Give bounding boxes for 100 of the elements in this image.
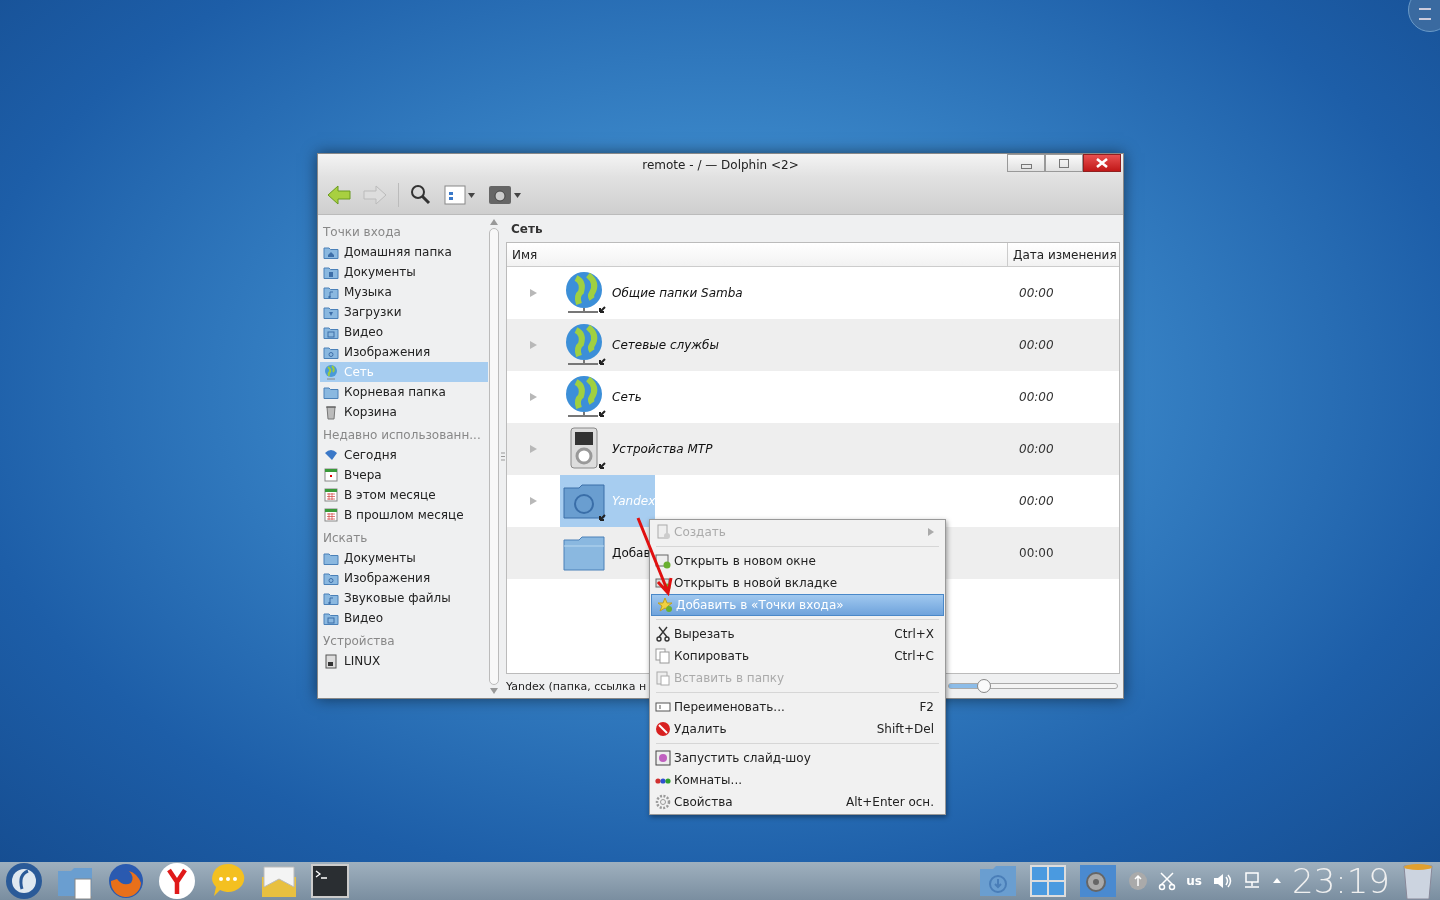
menu-item[interactable]: Открыть в новой вкладке — [650, 572, 945, 594]
letter-y-browser-button[interactable] — [157, 861, 197, 900]
scrollbar-track[interactable] — [489, 228, 499, 685]
expand-tray-icon[interactable] — [1272, 876, 1282, 886]
file-item[interactable]: Сетевые службы — [560, 319, 719, 371]
rename-field-icon — [655, 699, 671, 715]
place-item[interactable]: Сегодня — [320, 445, 488, 465]
menu-item[interactable]: Вырезать Ctrl+X — [650, 623, 945, 645]
file-item[interactable]: Сеть — [560, 371, 642, 423]
search-button[interactable] — [409, 184, 433, 206]
image-folder-icon — [323, 344, 339, 360]
place-item[interactable]: В этом месяце — [320, 485, 488, 505]
place-item[interactable]: Видео — [320, 322, 488, 342]
download-folder-icon[interactable] — [978, 863, 1019, 899]
place-item[interactable]: Загрузки — [320, 302, 488, 322]
place-item[interactable]: LINUX — [320, 651, 488, 671]
maximize-icon — [1059, 158, 1069, 168]
calendar-icon — [323, 507, 339, 523]
menu-item[interactable]: Свойства Alt+Enter осн. — [650, 791, 945, 813]
globe-icon — [323, 364, 339, 380]
star-icon — [657, 597, 673, 613]
app-launcher-button[interactable] — [4, 861, 44, 900]
menu-item[interactable]: Комнаты... — [650, 769, 945, 791]
trash-bin-icon[interactable] — [1400, 861, 1436, 900]
image-folder-icon — [323, 570, 339, 586]
folder-icon — [323, 550, 339, 566]
minimize-icon — [1020, 163, 1032, 169]
slider-handle[interactable] — [976, 679, 991, 693]
prohibited-icon — [655, 721, 671, 737]
terminal-button[interactable] — [310, 861, 350, 900]
section-heading: Искать — [322, 530, 369, 547]
shortcut-text: Ctrl+C — [894, 649, 934, 663]
section-heading: Недавно использованн... — [322, 427, 482, 444]
place-item[interactable]: Домашняя папка — [320, 242, 488, 262]
place-item[interactable]: Изображения — [320, 342, 488, 362]
paste-icon — [655, 670, 671, 686]
place-item[interactable]: Корневая папка — [320, 382, 488, 402]
tab-add-icon — [655, 575, 671, 591]
maximize-button[interactable] — [1045, 154, 1083, 172]
menu-item[interactable]: Открыть в новом окне — [650, 550, 945, 572]
shortcut-text: F2 — [919, 700, 934, 714]
place-item[interactable]: Видео — [320, 608, 488, 628]
video-folder-icon — [323, 610, 339, 626]
date-cell-text: 00:00 — [1018, 286, 1055, 300]
place-item[interactable]: Музыка — [320, 282, 488, 302]
calendar-icon — [323, 467, 339, 483]
settings-button[interactable] — [487, 184, 523, 206]
location-label: Сеть — [510, 221, 544, 238]
file-item[interactable]: Добав — [560, 527, 651, 579]
date-cell-text: 00:00 — [1018, 442, 1055, 456]
virtual-desktops-icon[interactable] — [1028, 863, 1069, 899]
home-folder-icon — [323, 244, 339, 260]
place-item[interactable]: Изображения — [320, 568, 488, 588]
date-cell-text: 00:00 — [1018, 494, 1055, 508]
status-text: Yandex (папка, ссылка н — [506, 679, 647, 693]
column-header[interactable]: Дата изменения — [1008, 243, 1119, 266]
speaker-icon[interactable] — [1212, 871, 1232, 891]
view-mode-button[interactable] — [443, 184, 477, 206]
splitter-grip-icon[interactable] — [501, 452, 505, 461]
date-cell-text: 00:00 — [1018, 390, 1055, 404]
place-item[interactable]: В прошлом месяце — [320, 505, 488, 525]
menu-item[interactable]: Переименовать... F2 — [650, 696, 945, 718]
expand-arrow[interactable] — [530, 445, 537, 453]
close-button[interactable] — [1083, 154, 1121, 172]
expand-arrow[interactable] — [530, 289, 537, 297]
scissors-icon[interactable] — [1158, 871, 1177, 891]
shortcut-text: Ctrl+X — [894, 627, 934, 641]
shortcut-text: Alt+Enter осн. — [846, 795, 934, 809]
network-icon[interactable] — [1242, 871, 1262, 891]
place-item[interactable]: Вчера — [320, 465, 488, 485]
calendar-icon — [323, 487, 339, 503]
back-button[interactable] — [326, 184, 352, 206]
music-folder-icon — [323, 590, 339, 606]
window-title: remote - / — Dolphin <2> — [642, 158, 799, 172]
menu-item[interactable]: Удалить Shift+Del — [650, 718, 945, 740]
scroll-up-arrow[interactable] — [490, 219, 498, 225]
close-icon — [1096, 158, 1108, 168]
place-item[interactable]: Документы — [320, 548, 488, 568]
trash-icon — [323, 404, 339, 420]
browser-button[interactable] — [106, 861, 146, 900]
expand-arrow[interactable] — [530, 341, 537, 349]
place-item[interactable]: Корзина — [320, 402, 488, 422]
copy-icon — [655, 648, 671, 664]
file-item[interactable]: Общие папки Samba — [560, 267, 743, 319]
music-folder-icon — [323, 284, 339, 300]
drive-icon — [323, 653, 339, 669]
expand-arrow[interactable] — [530, 497, 537, 505]
scissors-icon — [655, 626, 671, 642]
scroll-down-arrow[interactable] — [490, 688, 498, 694]
slideshow-icon — [655, 750, 671, 766]
video-folder-icon — [323, 324, 339, 340]
date-cell-text: 00:00 — [1018, 546, 1055, 560]
menu-item[interactable]: Копировать Ctrl+C — [650, 645, 945, 667]
menu-item[interactable]: Запустить слайд-шоу — [650, 747, 945, 769]
place-item[interactable]: Документы — [320, 262, 488, 282]
place-item[interactable]: Звуковые файлы — [320, 588, 488, 608]
minimize-button[interactable] — [1007, 154, 1045, 172]
expand-arrow[interactable] — [530, 393, 537, 401]
file-item[interactable]: Устройства MTP — [560, 423, 713, 475]
column-header[interactable]: Имя — [507, 243, 1008, 266]
